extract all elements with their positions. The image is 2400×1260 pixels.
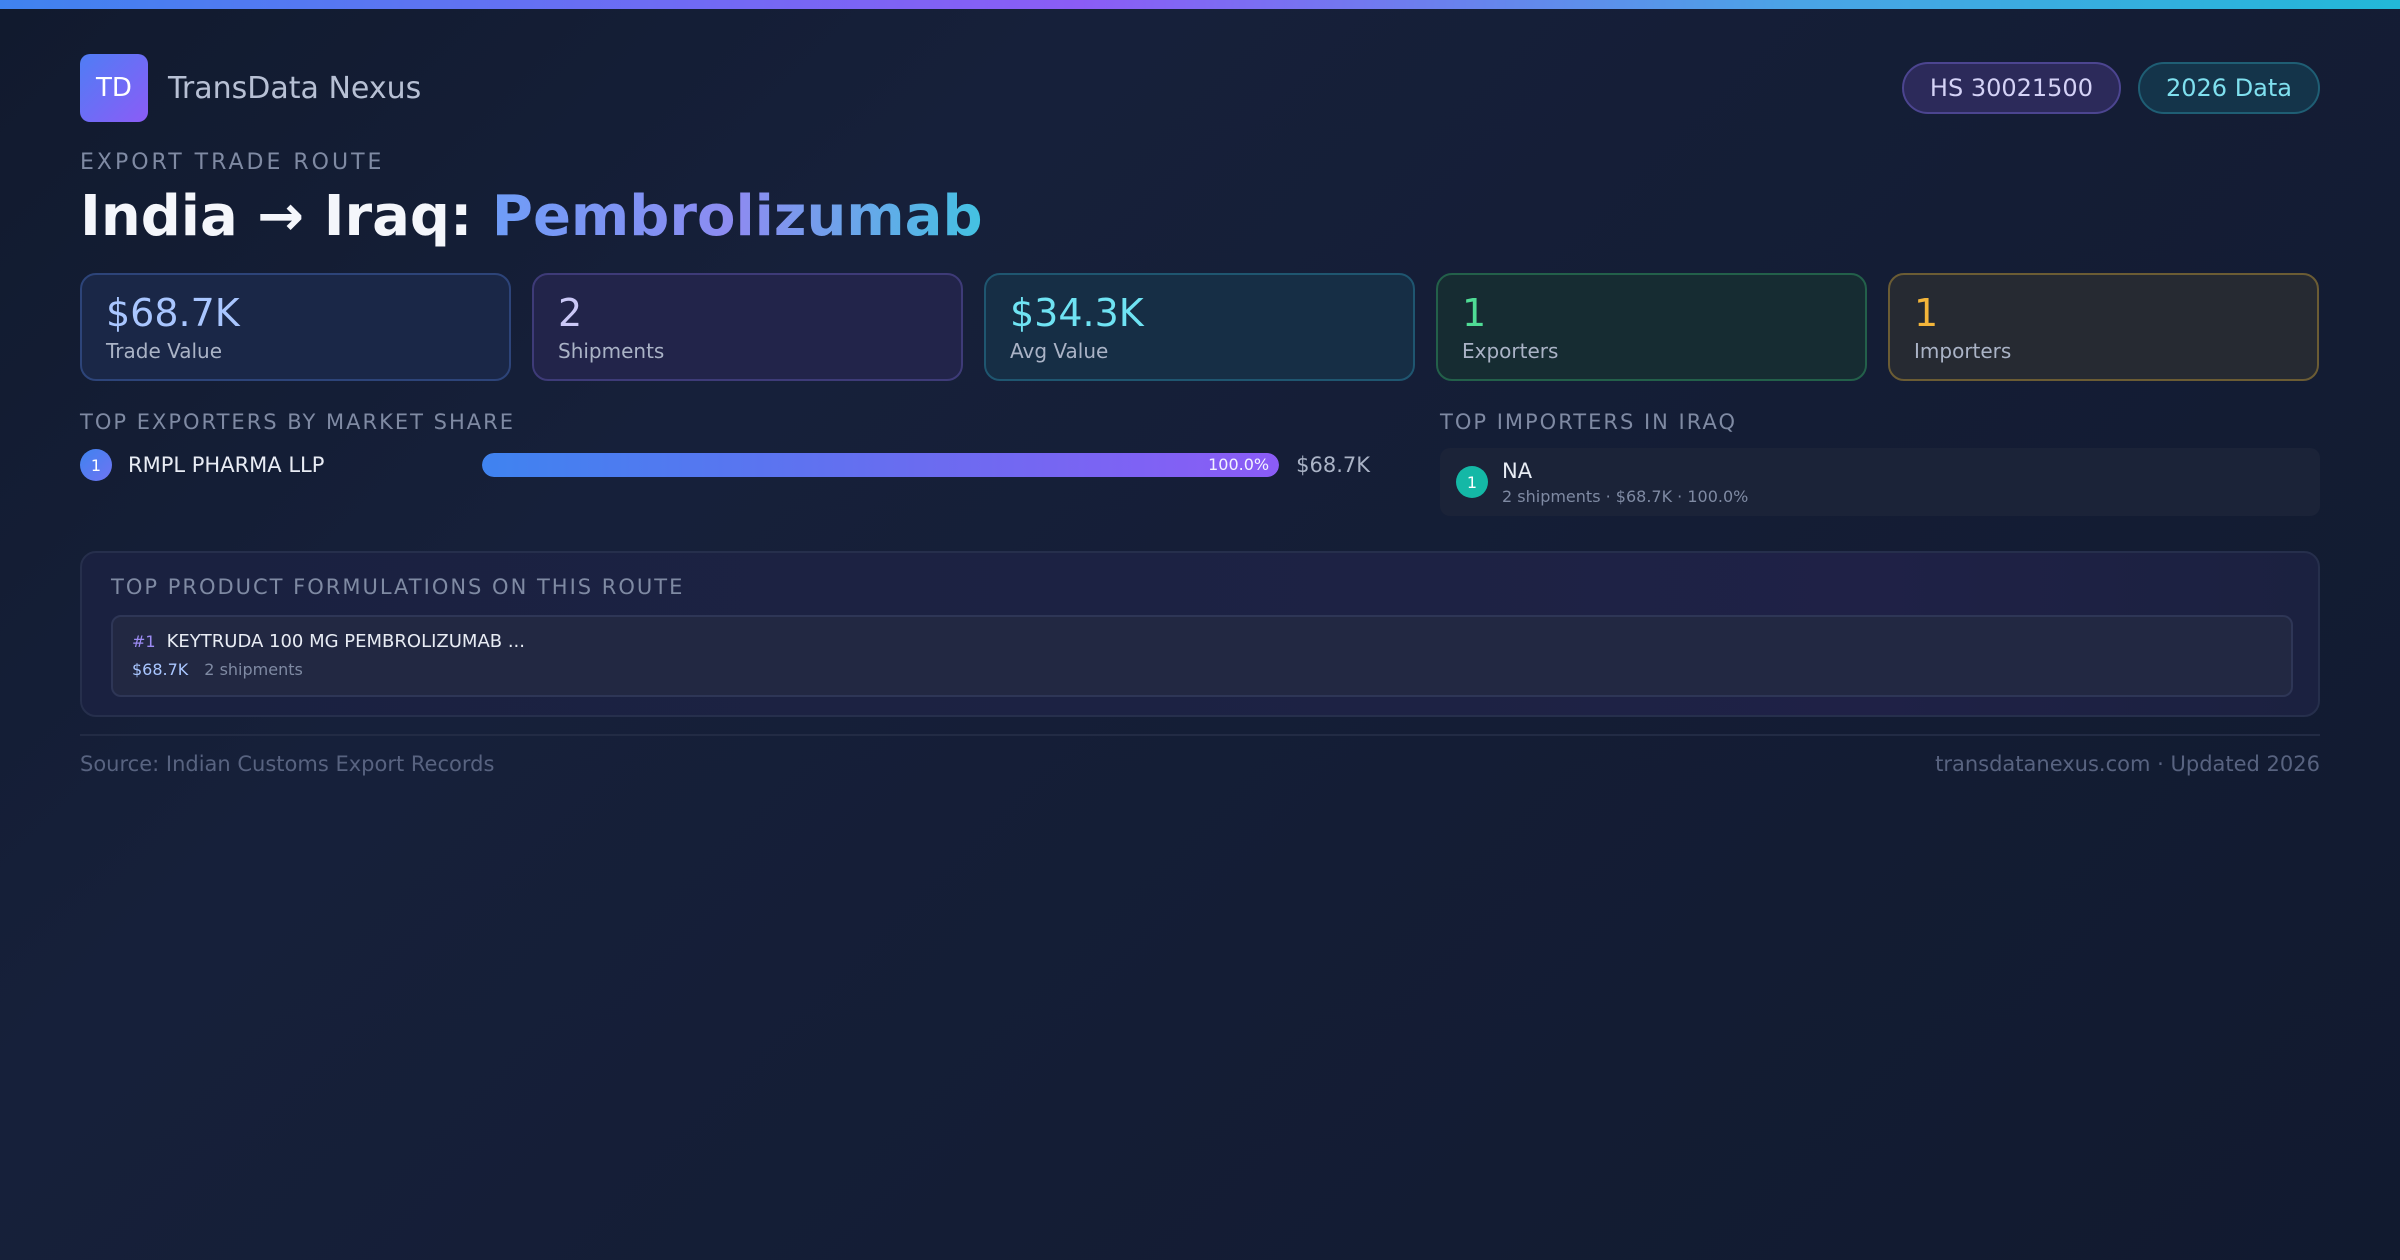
stat-value: $68.7K <box>106 291 240 335</box>
title-product: Pembrolizumab <box>491 184 983 249</box>
stat-label: Avg Value <box>1010 339 1109 363</box>
header-badges: HS 30021500 2026 Data <box>1901 62 2320 114</box>
exporter-row[interactable]: 1 RMPL PHARMA LLP 100.0% $68.7K <box>80 448 1370 482</box>
brand[interactable]: TD TransData Nexus <box>80 54 421 122</box>
section-heading: TOP IMPORTERS IN IRAQ <box>1440 410 1737 434</box>
importer-meta: 2 shipments · $68.7K · 100.0% <box>1502 486 1749 506</box>
brand-name: TransData Nexus <box>168 70 422 106</box>
stat-label: Shipments <box>558 339 665 363</box>
section-heading: TOP EXPORTERS BY MARKET SHARE <box>80 410 516 434</box>
stat-card-trade-value: $68.7K Trade Value <box>80 273 511 381</box>
stat-card-shipments: 2 Shipments <box>532 273 963 381</box>
stat-value: 2 <box>558 291 583 335</box>
market-share-fill <box>481 453 1280 477</box>
importer-details: NA 2 shipments · $68.7K · 100.0% <box>1502 459 1748 506</box>
page-title: India → Iraq: Pembrolizumab <box>80 184 983 249</box>
exporter-value: $68.7K <box>1296 453 1370 477</box>
footer-site[interactable]: transdatanexus.com · Updated 2026 <box>1935 752 2320 776</box>
top-exporters-section: TOP EXPORTERS BY MARKET SHARE 1 RMPL PHA… <box>80 410 1370 481</box>
stat-label: Exporters <box>1462 339 1559 363</box>
title-route: India → Iraq: <box>80 184 492 249</box>
formulation-header: #1 KEYTRUDA 100 MG PEMBROLIZUMAB ... <box>132 631 2272 652</box>
footer-divider <box>80 734 2320 736</box>
formulation-value: $68.7K <box>132 660 189 679</box>
formulations-section: TOP PRODUCT FORMULATIONS ON THIS ROUTE #… <box>80 551 2320 717</box>
stats-row: $68.7K Trade Value 2 Shipments $34.3K Av… <box>80 273 2320 381</box>
stat-value: $34.3K <box>1010 291 1144 335</box>
market-share-percent: 100.0% <box>1208 455 1270 474</box>
exporter-name: RMPL PHARMA LLP <box>128 453 325 477</box>
importer-name: NA <box>1502 458 1533 483</box>
section-heading: TOP PRODUCT FORMULATIONS ON THIS ROUTE <box>111 575 685 599</box>
stat-card-importers: 1 Importers <box>1888 273 2319 381</box>
top-importers-section: TOP IMPORTERS IN IRAQ 1 NA 2 shipments ·… <box>1440 410 2320 516</box>
stat-label: Importers <box>1914 339 2012 363</box>
market-share-bar: 100.0% <box>481 453 1280 477</box>
importer-card[interactable]: 1 NA 2 shipments · $68.7K · 100.0% <box>1440 448 2320 516</box>
rank-badge: 1 <box>80 449 112 481</box>
stat-label: Trade Value <box>106 339 223 363</box>
formulation-rank: #1 <box>132 632 156 651</box>
data-year-badge[interactable]: 2026 Data <box>2137 62 2320 114</box>
hs-code-badge[interactable]: HS 30021500 <box>1901 62 2121 114</box>
footer-source: Source: Indian Customs Export Records <box>80 752 495 776</box>
formulation-item[interactable]: #1 KEYTRUDA 100 MG PEMBROLIZUMAB ... $68… <box>111 615 2293 697</box>
rank-badge: 1 <box>1456 466 1488 498</box>
formulation-stats: $68.7K 2 shipments <box>132 660 2272 679</box>
stat-value: 1 <box>1914 291 1939 335</box>
formulation-shipments: 2 shipments <box>204 660 303 679</box>
stat-value: 1 <box>1462 291 1487 335</box>
stat-card-avg-value: $34.3K Avg Value <box>984 273 1415 381</box>
accent-top-bar <box>0 0 2400 9</box>
formulation-name: KEYTRUDA 100 MG PEMBROLIZUMAB ... <box>166 631 526 652</box>
brand-logo: TD <box>80 54 148 122</box>
stat-card-exporters: 1 Exporters <box>1436 273 1867 381</box>
route-eyebrow: EXPORT TRADE ROUTE <box>80 150 385 175</box>
